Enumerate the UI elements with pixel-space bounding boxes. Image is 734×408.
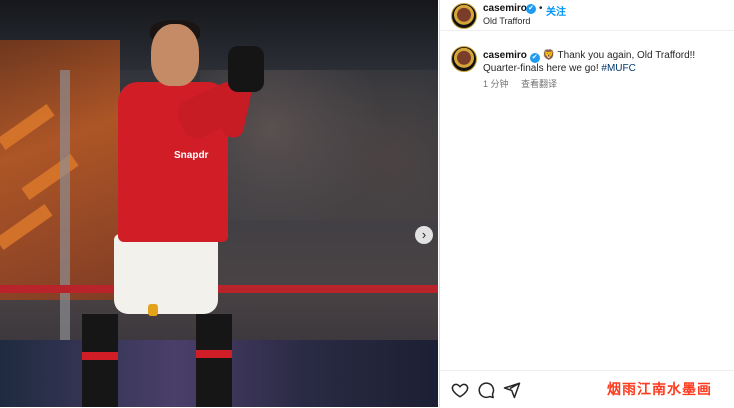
post-details-panel: casemiro ✔ • 关注 Old Trafford casemiro ✔ … <box>439 0 734 407</box>
see-translation-link[interactable]: 查看翻译 <box>521 79 557 89</box>
post-photo: Snapdr › <box>0 0 438 407</box>
next-slide-button[interactable]: › <box>415 226 433 244</box>
follow-button[interactable]: 关注 <box>546 3 566 18</box>
location-link[interactable]: Old Trafford <box>483 16 530 26</box>
author-username[interactable]: casemiro <box>483 3 527 14</box>
player-shorts <box>114 234 218 314</box>
post-header: casemiro ✔ • 关注 Old Trafford <box>440 0 734 31</box>
jersey-sponsor: Snapdr <box>174 150 209 161</box>
post-time: 1 分钟 <box>483 79 509 89</box>
author-avatar[interactable] <box>451 3 477 29</box>
stadium-pole <box>60 70 70 350</box>
comment-icon[interactable] <box>477 381 495 399</box>
player-leg-right <box>196 314 232 407</box>
hashtag-link[interactable]: #MUFC <box>601 63 635 74</box>
share-icon[interactable] <box>503 381 521 399</box>
caption-verified-icon: ✔ <box>529 53 540 63</box>
heart-icon[interactable] <box>451 381 469 399</box>
player-leg-left <box>82 314 118 407</box>
caption-username[interactable]: casemiro <box>483 50 527 61</box>
post-caption: casemiro ✔ 🦁 Thank you again, Old Traffo… <box>483 49 733 75</box>
player-glove <box>228 46 264 92</box>
verified-badge-icon: ✔ <box>526 4 536 14</box>
caption-avatar[interactable] <box>451 46 477 72</box>
separator-dot: • <box>539 3 543 14</box>
club-badge <box>148 304 158 316</box>
player-head <box>151 24 199 86</box>
watermark-text: 烟雨江南水墨画 <box>607 381 712 397</box>
action-bar: 烟雨江南水墨画 <box>440 370 734 408</box>
caption-meta: 1 分钟 查看翻译 <box>483 77 557 90</box>
player-figure: Snapdr <box>78 18 278 407</box>
